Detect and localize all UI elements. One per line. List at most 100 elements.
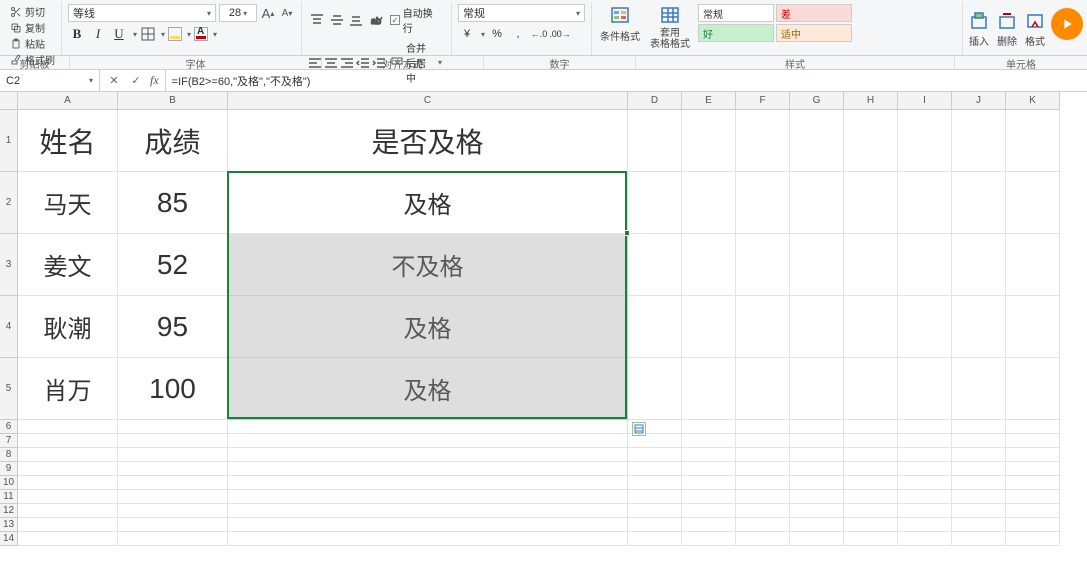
increase-decimal-button[interactable]: ←.0 xyxy=(530,25,548,43)
row-header-13[interactable]: 13 xyxy=(0,518,18,532)
cell-F9[interactable] xyxy=(736,462,790,476)
row-header-7[interactable]: 7 xyxy=(0,434,18,448)
cell-H7[interactable] xyxy=(844,434,898,448)
cell-H11[interactable] xyxy=(844,490,898,504)
cell-A10[interactable] xyxy=(18,476,118,490)
cell-G2[interactable] xyxy=(790,172,844,234)
cell-F12[interactable] xyxy=(736,504,790,518)
row-header-3[interactable]: 3 xyxy=(0,234,18,296)
cell-C5[interactable]: 及格 xyxy=(228,358,628,420)
cell-E11[interactable] xyxy=(682,490,736,504)
align-left-button[interactable] xyxy=(308,55,322,71)
row-header-6[interactable]: 6 xyxy=(0,420,18,434)
cell-K6[interactable] xyxy=(1006,420,1060,434)
cell-C2[interactable]: 及格 xyxy=(228,172,628,234)
cell-J6[interactable] xyxy=(952,420,1006,434)
col-header-A[interactable]: A xyxy=(18,92,118,110)
cell-B12[interactable] xyxy=(118,504,228,518)
cell-K13[interactable] xyxy=(1006,518,1060,532)
paste-button[interactable]: 粘贴 xyxy=(10,36,45,51)
cell-A14[interactable] xyxy=(18,532,118,546)
cell-E12[interactable] xyxy=(682,504,736,518)
copy-button[interactable]: 复制 xyxy=(10,20,45,35)
cell-B6[interactable] xyxy=(118,420,228,434)
underline-button[interactable]: U xyxy=(110,25,128,43)
cell-A4[interactable]: 耿潮 xyxy=(18,296,118,358)
cell-style-neutral[interactable]: 适中 xyxy=(776,24,852,42)
cell-E10[interactable] xyxy=(682,476,736,490)
cell-C9[interactable] xyxy=(228,462,628,476)
cell-B8[interactable] xyxy=(118,448,228,462)
cell-G12[interactable] xyxy=(790,504,844,518)
cell-C3[interactable]: 不及格 xyxy=(228,234,628,296)
cell-D11[interactable] xyxy=(628,490,682,504)
cell-F2[interactable] xyxy=(736,172,790,234)
orientation-button[interactable]: ab xyxy=(367,12,385,28)
formula-input[interactable] xyxy=(166,70,1087,91)
cell-D3[interactable] xyxy=(628,234,682,296)
cell-C8[interactable] xyxy=(228,448,628,462)
cell-K14[interactable] xyxy=(1006,532,1060,546)
cell-grid[interactable]: 姓名成绩是否及格马天85及格姜文52不及格耿潮95及格肖万100及格 xyxy=(18,110,1060,546)
fill-handle[interactable] xyxy=(624,230,630,236)
cell-E5[interactable] xyxy=(682,358,736,420)
align-middle-button[interactable] xyxy=(328,12,346,28)
cell-G11[interactable] xyxy=(790,490,844,504)
cell-F13[interactable] xyxy=(736,518,790,532)
cell-K9[interactable] xyxy=(1006,462,1060,476)
cell-K7[interactable] xyxy=(1006,434,1060,448)
table-format-button[interactable]: 套用 表格格式 xyxy=(648,4,692,50)
merge-center-button[interactable]: 合并后居中 ▾ xyxy=(388,39,445,86)
cell-H1[interactable] xyxy=(844,110,898,172)
row-header-8[interactable]: 8 xyxy=(0,448,18,462)
percent-button[interactable]: % xyxy=(488,25,506,43)
cell-G7[interactable] xyxy=(790,434,844,448)
cell-A2[interactable]: 马天 xyxy=(18,172,118,234)
cell-I10[interactable] xyxy=(898,476,952,490)
cell-A9[interactable] xyxy=(18,462,118,476)
cell-B5[interactable]: 100 xyxy=(118,358,228,420)
cell-B4[interactable]: 95 xyxy=(118,296,228,358)
cell-C13[interactable] xyxy=(228,518,628,532)
cell-K4[interactable] xyxy=(1006,296,1060,358)
cell-J12[interactable] xyxy=(952,504,1006,518)
cell-D9[interactable] xyxy=(628,462,682,476)
align-center-button[interactable] xyxy=(324,55,338,71)
col-header-F[interactable]: F xyxy=(736,92,790,110)
cell-H12[interactable] xyxy=(844,504,898,518)
cell-I12[interactable] xyxy=(898,504,952,518)
col-header-I[interactable]: I xyxy=(898,92,952,110)
cell-H14[interactable] xyxy=(844,532,898,546)
cell-F1[interactable] xyxy=(736,110,790,172)
increase-indent-button[interactable] xyxy=(372,55,386,71)
cell-H3[interactable] xyxy=(844,234,898,296)
decrease-indent-button[interactable] xyxy=(356,55,370,71)
cell-J8[interactable] xyxy=(952,448,1006,462)
cell-D4[interactable] xyxy=(628,296,682,358)
cell-A1[interactable]: 姓名 xyxy=(18,110,118,172)
cell-E8[interactable] xyxy=(682,448,736,462)
cell-A5[interactable]: 肖万 xyxy=(18,358,118,420)
cell-style-bad[interactable]: 差 xyxy=(776,4,852,22)
cell-F3[interactable] xyxy=(736,234,790,296)
currency-button[interactable]: ¥ xyxy=(458,25,476,43)
col-header-C[interactable]: C xyxy=(228,92,628,110)
cell-A3[interactable]: 姜文 xyxy=(18,234,118,296)
cell-H4[interactable] xyxy=(844,296,898,358)
row-header-4[interactable]: 4 xyxy=(0,296,18,358)
cell-A7[interactable] xyxy=(18,434,118,448)
cell-A6[interactable] xyxy=(18,420,118,434)
col-header-E[interactable]: E xyxy=(682,92,736,110)
cell-E6[interactable] xyxy=(682,420,736,434)
worksheet[interactable]: ABCDEFGHIJK 1234567891011121314 姓名成绩是否及格… xyxy=(0,92,1087,561)
cell-F14[interactable] xyxy=(736,532,790,546)
cell-I1[interactable] xyxy=(898,110,952,172)
borders-button[interactable] xyxy=(140,25,156,43)
format-cells-button[interactable]: 格式 xyxy=(1025,11,1045,48)
cell-G13[interactable] xyxy=(790,518,844,532)
cell-J11[interactable] xyxy=(952,490,1006,504)
font-name-select[interactable]: 等线 ▾ xyxy=(68,4,216,22)
row-header-2[interactable]: 2 xyxy=(0,172,18,234)
cell-J14[interactable] xyxy=(952,532,1006,546)
cell-B1[interactable]: 成绩 xyxy=(118,110,228,172)
